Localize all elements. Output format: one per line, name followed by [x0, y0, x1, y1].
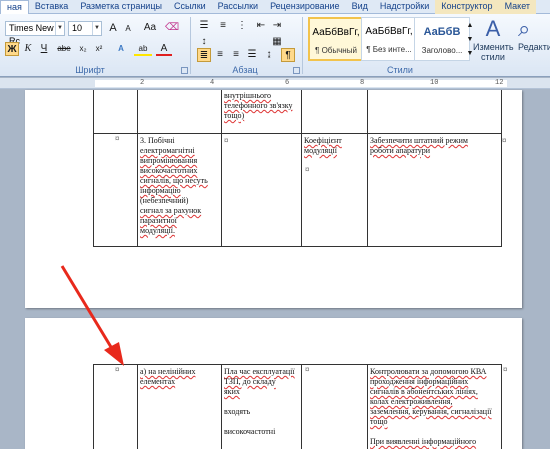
arrow-head	[104, 342, 124, 366]
annotation-arrow	[60, 265, 124, 366]
arrow-shaft	[60, 265, 116, 353]
